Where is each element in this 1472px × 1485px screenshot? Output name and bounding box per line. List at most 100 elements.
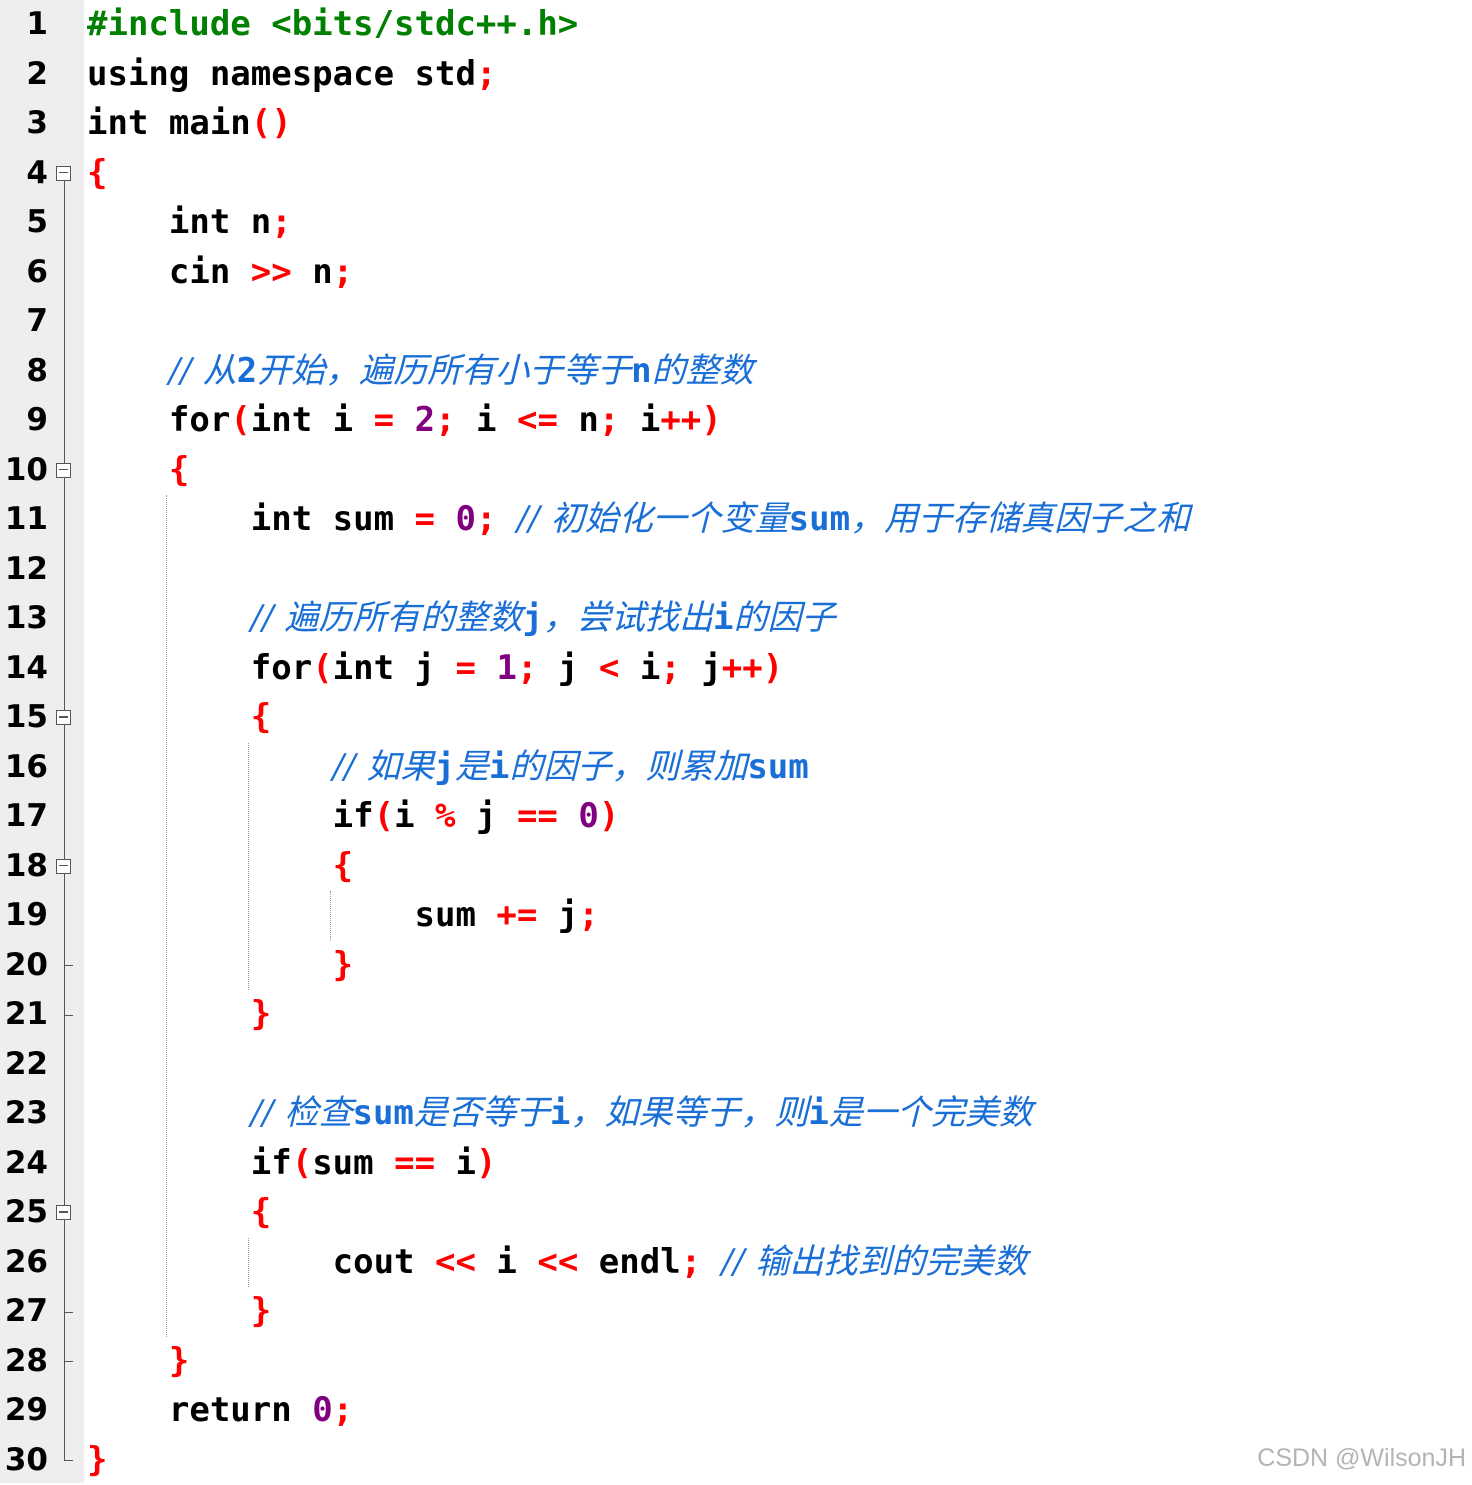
code-token — [87, 1390, 169, 1430]
code-text: cout << i << endl; // 输出找到的完美数 — [87, 1238, 1027, 1288]
code-token: { — [169, 450, 189, 490]
code-token — [87, 598, 251, 638]
code-token: ; — [271, 202, 291, 242]
line-number: 18 — [0, 842, 48, 892]
code-token: int sum — [251, 499, 415, 539]
code-token: n — [292, 252, 333, 292]
code-line[interactable]: 25 { — [0, 1188, 1472, 1238]
line-number: 21 — [0, 990, 48, 1040]
code-editor[interactable]: 1 #include <bits/stdc++.h> 2using namespac… — [0, 0, 1472, 1483]
code-line[interactable]: 10 { — [0, 446, 1472, 496]
line-number: 1 — [0, 0, 48, 50]
code-token: 2 — [415, 400, 435, 440]
code-text: } — [87, 990, 271, 1040]
code-token — [87, 351, 169, 391]
code-line[interactable]: 20 } — [0, 941, 1472, 991]
code-line[interactable]: 8 // 从2开始，遍历所有小于等于n的整数 — [0, 347, 1472, 397]
code-text: int sum = 0; // 初始化一个变量sum，用于存储真因子之和 — [87, 495, 1190, 545]
code-text: { — [87, 446, 189, 496]
code-token: << — [537, 1242, 578, 1282]
code-token — [87, 1242, 333, 1282]
code-line[interactable]: 11 int sum = 0; // 初始化一个变量sum，用于存储真因子之和 — [0, 495, 1472, 545]
code-line[interactable]: 6 cin >> n; — [0, 248, 1472, 298]
code-token: ++ — [660, 400, 701, 440]
code-token: } — [251, 994, 271, 1034]
code-token: ; — [476, 499, 496, 539]
code-line[interactable]: 12 — [0, 545, 1472, 595]
code-token: i — [456, 400, 517, 440]
code-line[interactable]: 24 if(sum == i) — [0, 1139, 1472, 1189]
code-text: { — [87, 693, 271, 743]
line-number: 24 — [0, 1139, 48, 1189]
code-text: // 如果j是i的因子，则累加sum — [87, 743, 809, 793]
code-token: ) — [763, 648, 783, 688]
code-comment: // 检查sum是否等于i，如果等于，则i是一个完美数 — [251, 1093, 1033, 1133]
code-token: ; — [333, 252, 353, 292]
code-line[interactable]: 18 { — [0, 842, 1472, 892]
code-line[interactable]: 21 } — [0, 990, 1472, 1040]
code-token: >> — [251, 252, 292, 292]
code-line[interactable]: 27 } — [0, 1287, 1472, 1337]
code-token — [87, 1291, 251, 1331]
code-line[interactable]: 22 — [0, 1040, 1472, 1090]
line-number: 6 — [0, 248, 48, 298]
code-line[interactable]: 19 sum += j; — [0, 891, 1472, 941]
code-line[interactable]: 29 return 0; — [0, 1386, 1472, 1436]
code-token: <= — [517, 400, 558, 440]
line-number: 8 — [0, 347, 48, 397]
code-token — [394, 400, 414, 440]
code-token: < — [599, 648, 619, 688]
code-token — [87, 450, 169, 490]
code-line[interactable]: 14 for(int j = 1; j < i; j++) — [0, 644, 1472, 694]
code-token: == — [394, 1143, 435, 1183]
code-token: int main — [87, 103, 251, 143]
line-number: 3 — [0, 99, 48, 149]
code-token: ; — [681, 1242, 701, 1282]
line-number: 30 — [0, 1436, 48, 1485]
code-text: for(int j = 1; j < i; j++) — [87, 644, 783, 694]
code-token: #include <bits/stdc++.h> — [87, 4, 578, 44]
code-token: { — [251, 697, 271, 737]
code-token: } — [169, 1341, 189, 1381]
line-number: 23 — [0, 1089, 48, 1139]
code-token: if — [333, 796, 374, 836]
line-number: 25 — [0, 1188, 48, 1238]
code-token: == — [517, 796, 558, 836]
code-token — [496, 499, 516, 539]
code-line[interactable]: 5 int n; — [0, 198, 1472, 248]
code-line[interactable]: 3int main() — [0, 99, 1472, 149]
code-line[interactable]: 28 } — [0, 1337, 1472, 1387]
code-token: i — [619, 648, 660, 688]
code-line[interactable]: 7 — [0, 297, 1472, 347]
code-line[interactable]: 23 // 检查sum是否等于i，如果等于，则i是一个完美数 — [0, 1089, 1472, 1139]
code-token: ; — [476, 54, 496, 94]
code-token: int j — [333, 648, 456, 688]
code-line[interactable]: 15 { — [0, 693, 1472, 743]
code-token — [87, 1341, 169, 1381]
code-token: j — [456, 796, 517, 836]
code-line[interactable]: 4{ — [0, 149, 1472, 199]
code-token: int i — [251, 400, 374, 440]
code-line[interactable]: 17 if(i % j == 0) — [0, 792, 1472, 842]
code-line[interactable]: 9 for(int i = 2; i <= n; i++) — [0, 396, 1472, 446]
code-line[interactable]: 16 // 如果j是i的因子，则累加sum — [0, 743, 1472, 793]
code-token — [87, 499, 251, 539]
code-line[interactable]: 26 cout << i << endl; // 输出找到的完美数 — [0, 1238, 1472, 1288]
code-token: ) — [599, 796, 619, 836]
code-line[interactable]: 30} — [0, 1436, 1472, 1485]
code-text: #include <bits/stdc++.h> — [87, 0, 578, 50]
code-token: sum — [415, 895, 497, 935]
code-token: ( — [312, 648, 332, 688]
code-token: ; — [660, 648, 680, 688]
code-line[interactable]: 13 // 遍历所有的整数j，尝试找出i的因子 — [0, 594, 1472, 644]
code-token: ++ — [722, 648, 763, 688]
line-number: 26 — [0, 1238, 48, 1288]
code-line[interactable]: 1 #include <bits/stdc++.h> — [0, 0, 1472, 50]
code-token — [87, 1192, 251, 1232]
code-token: n — [558, 400, 599, 440]
line-number: 9 — [0, 396, 48, 446]
code-token — [558, 796, 578, 836]
code-line[interactable]: 2using namespace std; — [0, 50, 1472, 100]
line-number: 29 — [0, 1386, 48, 1436]
code-text: int n; — [87, 198, 292, 248]
